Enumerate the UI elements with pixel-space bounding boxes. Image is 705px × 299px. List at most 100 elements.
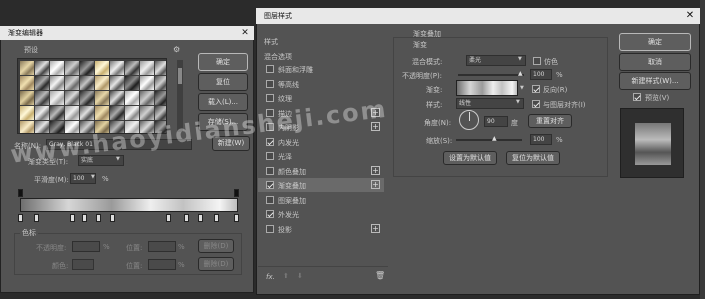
- style-item-label[interactable]: 图案叠加: [278, 196, 306, 206]
- reverse-checkbox[interactable]: [532, 85, 540, 93]
- scale-input[interactable]: 100: [530, 134, 552, 145]
- style-item-label[interactable]: 等高线: [278, 80, 299, 90]
- preset-swatch[interactable]: [140, 121, 154, 133]
- preset-swatch[interactable]: [155, 61, 166, 75]
- stop-color-position-input[interactable]: [148, 259, 176, 270]
- preset-swatch[interactable]: [35, 106, 49, 120]
- gradient-picker-chevron-icon[interactable]: ▼: [520, 85, 524, 91]
- style-item-checkbox[interactable]: [266, 225, 274, 233]
- preset-swatch[interactable]: [20, 106, 34, 120]
- layer-style-titlebar[interactable]: 图层样式: [256, 8, 700, 24]
- arrow-down-icon[interactable]: ⬇: [297, 272, 303, 280]
- preset-swatch[interactable]: [65, 121, 79, 133]
- add-style-plus-icon[interactable]: +: [371, 224, 380, 233]
- preset-swatch[interactable]: [65, 76, 79, 90]
- smoothness-dropdown-icon[interactable]: ▼: [91, 174, 95, 180]
- preset-swatch[interactable]: [110, 61, 124, 75]
- dither-checkbox[interactable]: [533, 57, 541, 65]
- preset-swatch[interactable]: [125, 91, 139, 105]
- preset-swatch[interactable]: [20, 76, 34, 90]
- style-select[interactable]: 线性: [456, 98, 524, 109]
- add-style-plus-icon[interactable]: +: [371, 180, 380, 189]
- style-item-label[interactable]: 描边: [278, 109, 292, 119]
- color-stop[interactable]: [234, 214, 239, 222]
- preset-swatch[interactable]: [110, 76, 124, 90]
- preset-swatch[interactable]: [50, 91, 64, 105]
- preset-swatch[interactable]: [35, 61, 49, 75]
- style-item-label[interactable]: 内发光: [278, 138, 299, 148]
- preset-swatch[interactable]: [20, 121, 34, 133]
- preset-swatch[interactable]: [65, 106, 79, 120]
- gradient-reset-button[interactable]: 复位: [198, 73, 248, 91]
- preset-swatch[interactable]: [65, 61, 79, 75]
- style-item-label[interactable]: 颜色叠加: [278, 167, 306, 177]
- gradient-editor-titlebar[interactable]: 渐变编辑器: [0, 26, 254, 40]
- preset-swatch[interactable]: [140, 61, 154, 75]
- layer-style-ok-button[interactable]: 确定: [619, 33, 691, 51]
- reset-default-button[interactable]: 复位为默认值: [506, 151, 560, 165]
- opacity-stop-left[interactable]: [18, 189, 23, 197]
- color-stop[interactable]: [96, 214, 101, 222]
- trash-icon[interactable]: 🗑: [375, 271, 385, 280]
- reset-align-button[interactable]: 重置对齐: [528, 114, 572, 128]
- preset-swatch[interactable]: [95, 91, 109, 105]
- color-stop[interactable]: [70, 214, 75, 222]
- gradient-load-button[interactable]: 载入(L)...: [198, 93, 248, 111]
- presets-grid[interactable]: [17, 58, 167, 134]
- new-style-button[interactable]: 新建样式(W)...: [619, 72, 691, 90]
- gradient-new-button[interactable]: 新建(W): [212, 136, 250, 151]
- preset-swatch[interactable]: [80, 106, 94, 120]
- gradient-ok-button[interactable]: 确定: [198, 53, 248, 71]
- gradient-preview-bar[interactable]: [20, 198, 238, 212]
- angle-dial[interactable]: [459, 110, 479, 130]
- layer-style-cancel-button[interactable]: 取消: [619, 53, 691, 71]
- style-item-checkbox[interactable]: [266, 65, 274, 73]
- preset-swatch[interactable]: [140, 91, 154, 105]
- style-item-label[interactable]: 渐变叠加: [278, 181, 306, 191]
- blend-mode-select[interactable]: 柔光: [466, 55, 526, 66]
- align-layer-checkbox[interactable]: [532, 100, 540, 108]
- style-item-label[interactable]: 光泽: [278, 152, 292, 162]
- style-item-label[interactable]: 外发光: [278, 210, 299, 220]
- gradient-picker-swatch[interactable]: [456, 80, 518, 96]
- preset-swatch[interactable]: [140, 106, 154, 120]
- presets-scrollbar[interactable]: [177, 60, 183, 132]
- style-item-checkbox[interactable]: [266, 109, 274, 117]
- preset-swatch[interactable]: [35, 91, 49, 105]
- preset-swatch[interactable]: [125, 61, 139, 75]
- preset-swatch[interactable]: [50, 106, 64, 120]
- preset-swatch[interactable]: [155, 76, 166, 90]
- opacity-slider-thumb[interactable]: ▲: [518, 70, 523, 77]
- color-stop[interactable]: [198, 214, 203, 222]
- scale-slider-track[interactable]: [456, 139, 522, 141]
- style-item-checkbox[interactable]: [266, 196, 274, 204]
- preset-swatch[interactable]: [50, 76, 64, 90]
- color-stop[interactable]: [214, 214, 219, 222]
- color-stop[interactable]: [34, 214, 39, 222]
- preset-swatch[interactable]: [35, 76, 49, 90]
- preset-swatch[interactable]: [125, 76, 139, 90]
- preview-checkbox[interactable]: [633, 93, 641, 101]
- stop-delete-button[interactable]: 删除(D): [198, 239, 234, 253]
- stop-position-input[interactable]: [148, 241, 176, 252]
- preset-swatch[interactable]: [95, 61, 109, 75]
- style-item-checkbox[interactable]: [266, 210, 274, 218]
- gradient-editor-close-icon[interactable]: ✕: [238, 26, 252, 40]
- preset-swatch[interactable]: [35, 121, 49, 133]
- preset-swatch[interactable]: [155, 91, 166, 105]
- arrow-up-icon[interactable]: ⬆: [283, 272, 289, 280]
- preset-swatch[interactable]: [110, 106, 124, 120]
- style-item-checkbox[interactable]: [266, 167, 274, 175]
- preset-swatch[interactable]: [80, 91, 94, 105]
- preset-swatch[interactable]: [80, 121, 94, 133]
- style-item-checkbox[interactable]: [266, 94, 274, 102]
- preset-swatch[interactable]: [95, 121, 109, 133]
- scale-slider-thumb[interactable]: ▲: [492, 135, 497, 142]
- preset-swatch[interactable]: [65, 91, 79, 105]
- gradient-save-button[interactable]: 存储(S)...: [198, 113, 248, 131]
- preset-swatch[interactable]: [80, 61, 94, 75]
- color-stop[interactable]: [82, 214, 87, 222]
- style-item-checkbox[interactable]: [266, 138, 274, 146]
- stop-color-swatch[interactable]: [72, 259, 94, 270]
- style-item-label[interactable]: 斜面和浮雕: [278, 65, 313, 75]
